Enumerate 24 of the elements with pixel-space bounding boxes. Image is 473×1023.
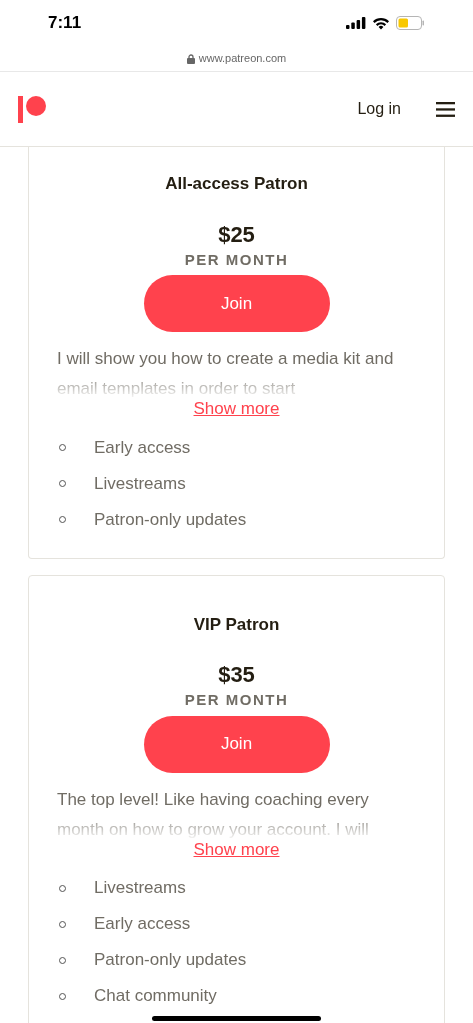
- benefit-item: Chat community: [94, 985, 217, 1008]
- url-text: www.patreon.com: [198, 51, 287, 67]
- join-button[interactable]: Join: [143, 275, 330, 332]
- logo-icon: [18, 95, 46, 123]
- wifi-icon: [372, 16, 390, 30]
- benefit-item: Livestreams: [94, 877, 186, 900]
- lock-icon: [186, 53, 195, 64]
- price-period: PER MONTH: [184, 249, 289, 270]
- benefit-item: Early access: [94, 913, 191, 936]
- join-button[interactable]: Join: [143, 715, 330, 773]
- tier-name: All-access Patron: [165, 173, 308, 195]
- status-time: 7:11: [48, 12, 82, 35]
- login-link[interactable]: Log in: [357, 97, 401, 121]
- benefit-item: Livestreams: [94, 472, 186, 495]
- signal-icon: [346, 17, 366, 29]
- tier-name: VIP Patron: [193, 613, 280, 636]
- tier-price: $35: [218, 661, 255, 689]
- price-period: PER MONTH: [184, 690, 289, 710]
- benefit-item: Patron-only updates: [94, 949, 247, 972]
- tier-price: $25: [218, 220, 255, 249]
- menu-icon[interactable]: [436, 101, 455, 117]
- benefit-item: Early access: [94, 436, 191, 459]
- benefit-item: Patron-only updates: [94, 508, 247, 531]
- battery-icon: [396, 16, 425, 30]
